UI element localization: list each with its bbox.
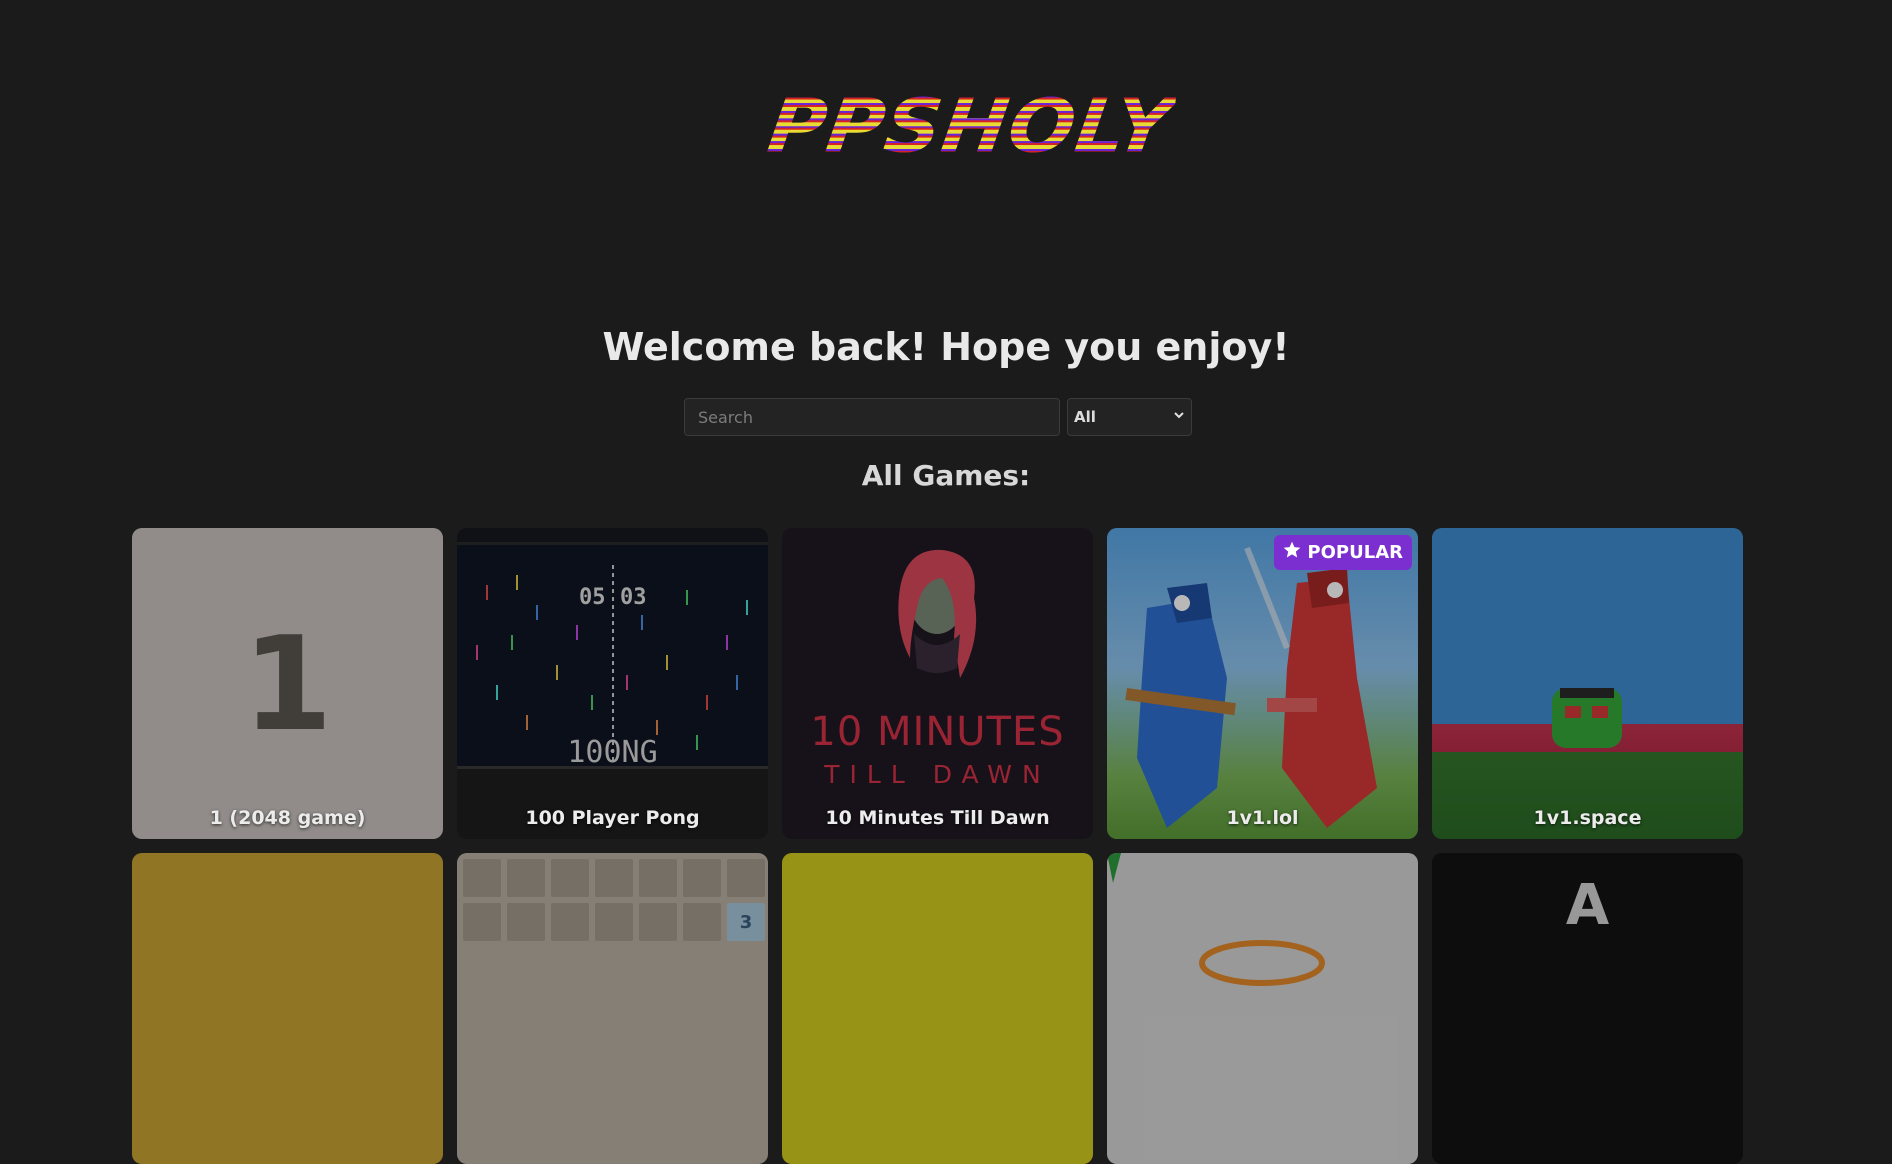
game-card[interactable]: A <box>1432 853 1743 1164</box>
game-card-10-minutes-till-dawn[interactable]: 10 MINUTES TILL DAWN 10 Minutes Till Daw… <box>782 528 1093 839</box>
card-overlay <box>457 528 768 839</box>
game-title: 1v1.lol <box>1226 807 1299 829</box>
card-overlay <box>782 853 1093 1164</box>
star-icon <box>1282 540 1302 565</box>
game-title: 1 (2048 game) <box>209 807 366 829</box>
popular-badge: POPULAR <box>1274 535 1412 570</box>
game-card[interactable]: 3 <box>457 853 768 1164</box>
card-overlay <box>132 528 443 839</box>
site-logo[interactable]: PPSHOLY <box>763 84 1178 170</box>
game-title: 1v1.space <box>1533 807 1642 829</box>
section-title: All Games: <box>861 459 1031 492</box>
card-overlay <box>1432 853 1743 1164</box>
card-overlay <box>132 853 443 1164</box>
card-overlay <box>1432 528 1743 839</box>
game-title: 100 Player Pong <box>525 807 700 829</box>
game-title: 10 Minutes Till Dawn <box>825 807 1050 829</box>
search-bar: All <box>684 398 1192 436</box>
card-overlay <box>782 528 1093 839</box>
game-card[interactable] <box>782 853 1093 1164</box>
chevron-down-icon <box>1173 409 1185 425</box>
game-card-1v1-space[interactable]: 1v1.space <box>1432 528 1743 839</box>
game-card-2048[interactable]: 1 1 (2048 game) <box>132 528 443 839</box>
game-card[interactable] <box>1107 853 1418 1164</box>
card-overlay <box>1107 853 1418 1164</box>
games-grid: 1 1 (2048 game) 05 03 100NG 100 Player P… <box>132 528 1743 1164</box>
game-card-100-player-pong[interactable]: 05 03 100NG 100 Player Pong <box>457 528 768 839</box>
welcome-heading: Welcome back! Hope you enjoy! <box>602 325 1290 369</box>
card-overlay <box>457 853 768 1164</box>
popular-badge-label: POPULAR <box>1307 542 1403 563</box>
category-filter-select[interactable]: All <box>1067 398 1192 436</box>
card-overlay <box>1107 528 1418 839</box>
site-logo-container: PPSHOLY <box>0 82 1892 172</box>
game-card-1v1-lol[interactable]: POPULAR 1v1.lol <box>1107 528 1418 839</box>
search-input[interactable] <box>684 398 1060 436</box>
game-card[interactable] <box>132 853 443 1164</box>
filter-selected-value: All <box>1074 408 1096 426</box>
